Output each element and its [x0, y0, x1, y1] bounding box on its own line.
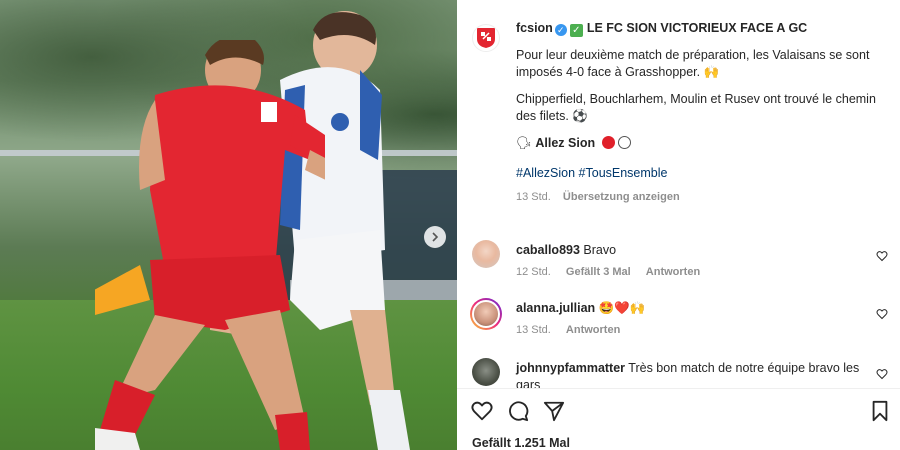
reply-button[interactable]: Antworten — [646, 266, 700, 278]
next-image-button[interactable] — [424, 226, 446, 248]
translate-link[interactable]: Übersetzung anzeigen — [563, 191, 680, 203]
post-caption: fcsion ✓ ✓ LE FC SION VICTORIEUX FACE A GC … — [516, 20, 876, 206]
comment-like-heart-icon[interactable] — [876, 308, 888, 320]
speaker-icon: 🗣 — [516, 136, 532, 150]
comment-avatar — [472, 300, 500, 328]
comment-like-heart-icon[interactable] — [876, 250, 888, 262]
caption-meta: 13 Std. Übersetzung anzeigen — [516, 189, 876, 206]
comment-likes[interactable]: Gefällt 3 Mal — [566, 266, 631, 278]
heart-icon[interactable] — [471, 400, 493, 422]
red-circle-icon — [601, 136, 615, 149]
caption-paragraph-2: Chipperfield, Bouchlarhem, Moulin et Rus… — [516, 92, 876, 123]
comment-username[interactable]: johnnypfammatter — [516, 361, 625, 375]
comment-text: caballo893 Bravo — [516, 242, 856, 259]
cheer-text: Allez Sion — [535, 136, 596, 150]
club-logo-icon — [477, 28, 495, 48]
comment-like-heart-icon[interactable] — [876, 368, 888, 380]
bookmark-icon[interactable] — [869, 400, 891, 422]
reply-button[interactable]: Antworten — [566, 324, 620, 336]
author-avatar[interactable] — [472, 24, 500, 52]
white-circle-icon — [617, 136, 631, 149]
comment-username[interactable]: caballo893 — [516, 243, 580, 257]
comment-text: alanna.jullian 🤩❤️🙌 — [516, 300, 856, 317]
comment-text: johnnypfammatter Très bon match de notre… — [516, 360, 861, 388]
comment-meta: 12 Std. Gefällt 3 Mal Antworten — [516, 266, 712, 278]
post-time[interactable]: 13 Std. — [516, 191, 551, 203]
comment-avatar[interactable] — [472, 240, 500, 268]
next-arrow-icon — [432, 232, 439, 242]
post-action-bar — [471, 400, 891, 424]
comment-username[interactable]: alanna.jullian — [516, 301, 595, 315]
author-username[interactable]: fcsion — [516, 21, 553, 35]
caption-headline: LE FC SION VICTORIEUX FACE A GC — [586, 21, 808, 35]
player-fc-sion — [95, 40, 325, 450]
check-box-icon: ✓ — [569, 24, 583, 37]
comment-meta: 13 Std. Antworten — [516, 324, 632, 336]
comment-body: Bravo — [583, 243, 617, 257]
post-photo[interactable] — [0, 0, 457, 450]
share-icon[interactable] — [543, 400, 565, 422]
comment-body: 🤩❤️🙌 — [598, 301, 646, 315]
caption-header: fcsion ✓ ✓ LE FC SION VICTORIEUX FACE A GC — [516, 20, 876, 37]
caption-hashtags[interactable]: #AllezSion #TousEnsemble — [516, 165, 876, 182]
caption-paragraph-1: Pour leur deuxième match de préparation,… — [516, 48, 870, 79]
post-side-panel: fcsion ✓ ✓ LE FC SION VICTORIEUX FACE A GC … — [457, 0, 900, 450]
comment-avatar-story-ring[interactable] — [470, 298, 502, 330]
verified-icon: ✓ — [554, 24, 567, 36]
comment-time[interactable]: 13 Std. — [516, 324, 551, 336]
caption-cheer: 🗣 Allez Sion — [516, 135, 876, 152]
comments-scroll[interactable]: fcsion ✓ ✓ LE FC SION VICTORIEUX FACE A GC … — [457, 0, 900, 388]
comment-avatar[interactable] — [472, 358, 500, 386]
comment-time[interactable]: 12 Std. — [516, 266, 551, 278]
post-likes-count[interactable]: Gefällt 1.251 Mal — [472, 436, 570, 450]
actions-divider — [457, 388, 900, 389]
comment-icon[interactable] — [507, 400, 529, 422]
